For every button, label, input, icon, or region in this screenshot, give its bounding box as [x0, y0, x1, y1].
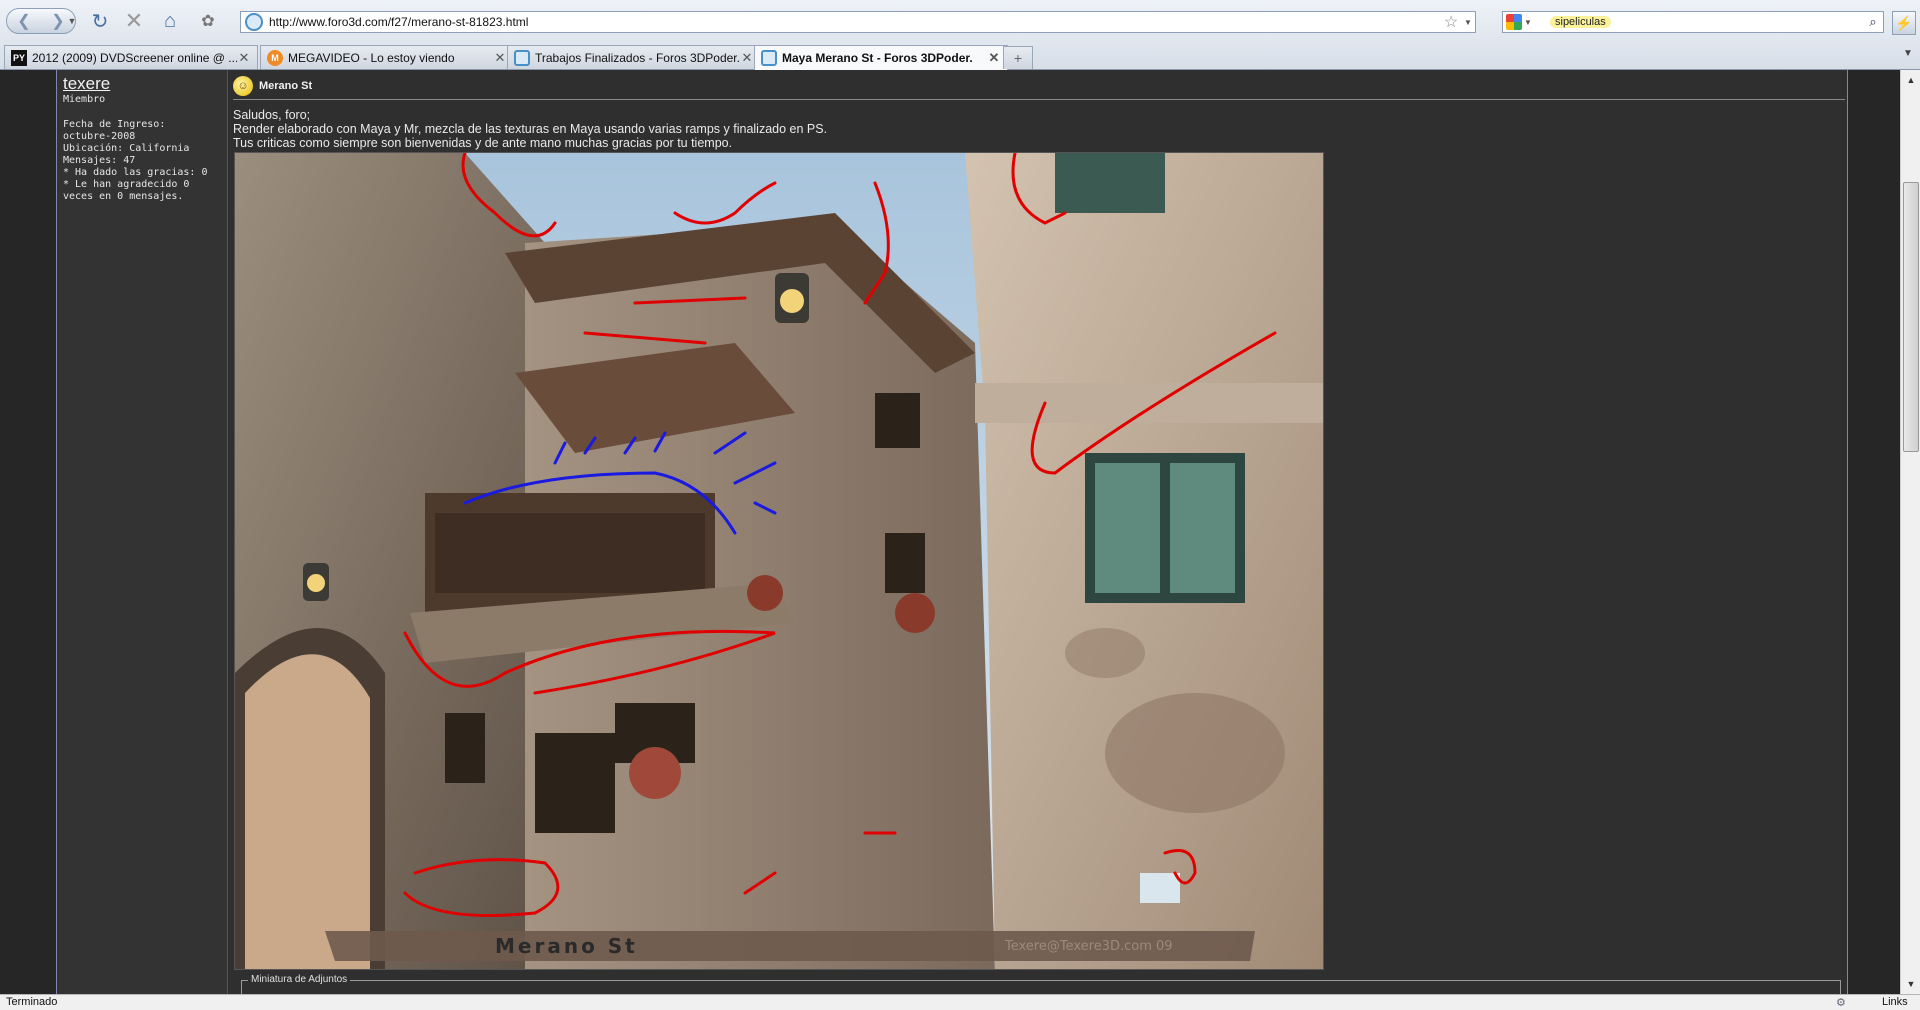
tab-label: MEGAVIDEO - Lo estoy viendo — [288, 50, 455, 65]
close-icon[interactable]: ✕ — [237, 50, 251, 66]
stop-icon[interactable]: ✕ — [122, 8, 146, 34]
tab-strip: PY 2012 (2009) DVDScreener online @ ... … — [0, 44, 1920, 70]
render-credit: Texere@Texere3D.com 09 — [1004, 939, 1173, 954]
post-title: Merano St — [259, 79, 313, 92]
home-icon[interactable]: ⌂ — [158, 8, 182, 34]
attachments-box: Miniatura de Adjuntos — [241, 974, 1841, 994]
render-image[interactable]: Merano St Texere@Texere3D.com 09 — [234, 152, 1324, 970]
navigation-toolbar: ❮ ❯ ▼ ↻ ✕ ⌂ ✿ http://www.foro3d.com/f27/… — [0, 0, 1920, 44]
post-header: ☺ Merano St — [233, 72, 1845, 100]
close-icon[interactable]: ✕ — [493, 50, 507, 66]
user-info-panel: texere Miembro Fecha de Ingreso: octubre… — [57, 70, 228, 994]
history-dropdown-icon[interactable]: ▼ — [66, 8, 78, 34]
tab-favicon-icon: PY — [11, 49, 27, 66]
user-rank: Miembro — [63, 94, 106, 105]
url-text[interactable]: http://www.foro3d.com/f27/merano-st-8182… — [269, 15, 1441, 29]
username-link[interactable]: texere — [63, 74, 221, 94]
close-icon[interactable]: ✕ — [740, 50, 754, 66]
post-content: ☺ Merano St Saludos, foro; Render elabor… — [233, 70, 1845, 994]
addon-icon[interactable]: ✿ — [196, 8, 220, 34]
url-dropdown-icon[interactable]: ▼ — [1461, 18, 1475, 27]
scroll-thumb[interactable] — [1903, 182, 1919, 452]
status-text: Terminado — [6, 996, 58, 1008]
tab-favicon-icon — [514, 49, 530, 66]
tab-dvdscreener[interactable]: PY 2012 (2009) DVDScreener online @ ... … — [4, 45, 258, 69]
post-body: Saludos, foro; Render elaborado con Maya… — [233, 108, 1833, 150]
attachments-legend: Miniatura de Adjuntos — [248, 974, 351, 985]
page-viewport: texere Miembro Fecha de Ingreso: octubre… — [0, 70, 1900, 994]
tab-list-icon[interactable]: ▼ — [1900, 48, 1916, 66]
user-stat: veces en 0 mensajes. — [63, 191, 184, 202]
post-line: Tus criticas como siempre son bienvenida… — [233, 136, 733, 150]
user-stat: Mensajes: 47 — [63, 155, 136, 166]
tab-trabajos-finalizados[interactable]: Trabajos Finalizados - Foros 3DPoder. ✕ — [507, 45, 761, 69]
render-artwork: Merano St Texere@Texere3D.com 09 — [235, 153, 1323, 969]
site-favicon-icon — [245, 13, 263, 31]
tab-label: Maya Merano St - Foros 3DPoder. — [782, 51, 973, 65]
browser-chrome: ❮ ❯ ▼ ↻ ✕ ⌂ ✿ http://www.foro3d.com/f27/… — [0, 0, 1920, 70]
tab-favicon-icon: M — [267, 49, 283, 66]
side-panel-button[interactable]: ⚡ — [1892, 11, 1916, 35]
tab-favicon-icon — [761, 50, 777, 66]
search-bar[interactable]: ▼ sipeliculas ⌕ — [1502, 11, 1884, 33]
forum-post: texere Miembro Fecha de Ingreso: octubre… — [56, 70, 1848, 994]
status-links[interactable]: Links — [1882, 996, 1908, 1008]
tab-megavideo[interactable]: M MEGAVIDEO - Lo estoy viendo ✕ — [260, 45, 514, 69]
user-stat: Ubicación: California — [63, 143, 190, 154]
post-line: Render elaborado con Maya y Mr, mezcla d… — [233, 122, 828, 136]
user-stat: * Ha dado las gracias: 0 — [63, 167, 208, 178]
tab-label: Trabajos Finalizados - Foros 3DPoder. — [535, 50, 740, 65]
reload-icon[interactable]: ↻ — [88, 8, 112, 34]
smiley-post-icon: ☺ — [233, 75, 253, 96]
search-input[interactable]: sipeliculas — [1550, 16, 1611, 28]
close-icon[interactable]: ✕ — [987, 50, 1001, 66]
vertical-scrollbar[interactable]: ▲ ▼ — [1900, 70, 1920, 994]
address-bar[interactable]: http://www.foro3d.com/f27/merano-st-8182… — [240, 11, 1476, 33]
tab-merano-st[interactable]: Maya Merano St - Foros 3DPoder. ✕ — [754, 45, 1008, 70]
search-icon[interactable]: ⌕ — [1863, 14, 1883, 30]
google-icon[interactable]: ▼ — [1506, 13, 1536, 31]
scroll-up-icon[interactable]: ▲ — [1903, 72, 1919, 88]
scroll-down-icon[interactable]: ▼ — [1903, 976, 1919, 992]
render-caption: Merano St — [495, 934, 638, 958]
page-left-margin — [0, 70, 56, 994]
tab-label: 2012 (2009) DVDScreener online @ ... — [32, 50, 237, 65]
user-stat: Fecha de Ingreso: — [63, 119, 166, 130]
back-icon[interactable]: ❮ — [7, 11, 41, 31]
user-stat: * Le han agradecido 0 — [63, 179, 190, 190]
page-right-margin — [1848, 70, 1900, 994]
bookmark-star-icon[interactable]: ☆ — [1441, 12, 1461, 32]
addon-status-icon[interactable]: ⚙ — [1836, 996, 1846, 1009]
user-stat: octubre-2008 — [63, 131, 136, 142]
post-line: Saludos, foro; — [233, 108, 311, 122]
new-tab-button[interactable]: + — [1003, 46, 1033, 69]
status-bar: Terminado ⚙ Links — [0, 994, 1920, 1010]
